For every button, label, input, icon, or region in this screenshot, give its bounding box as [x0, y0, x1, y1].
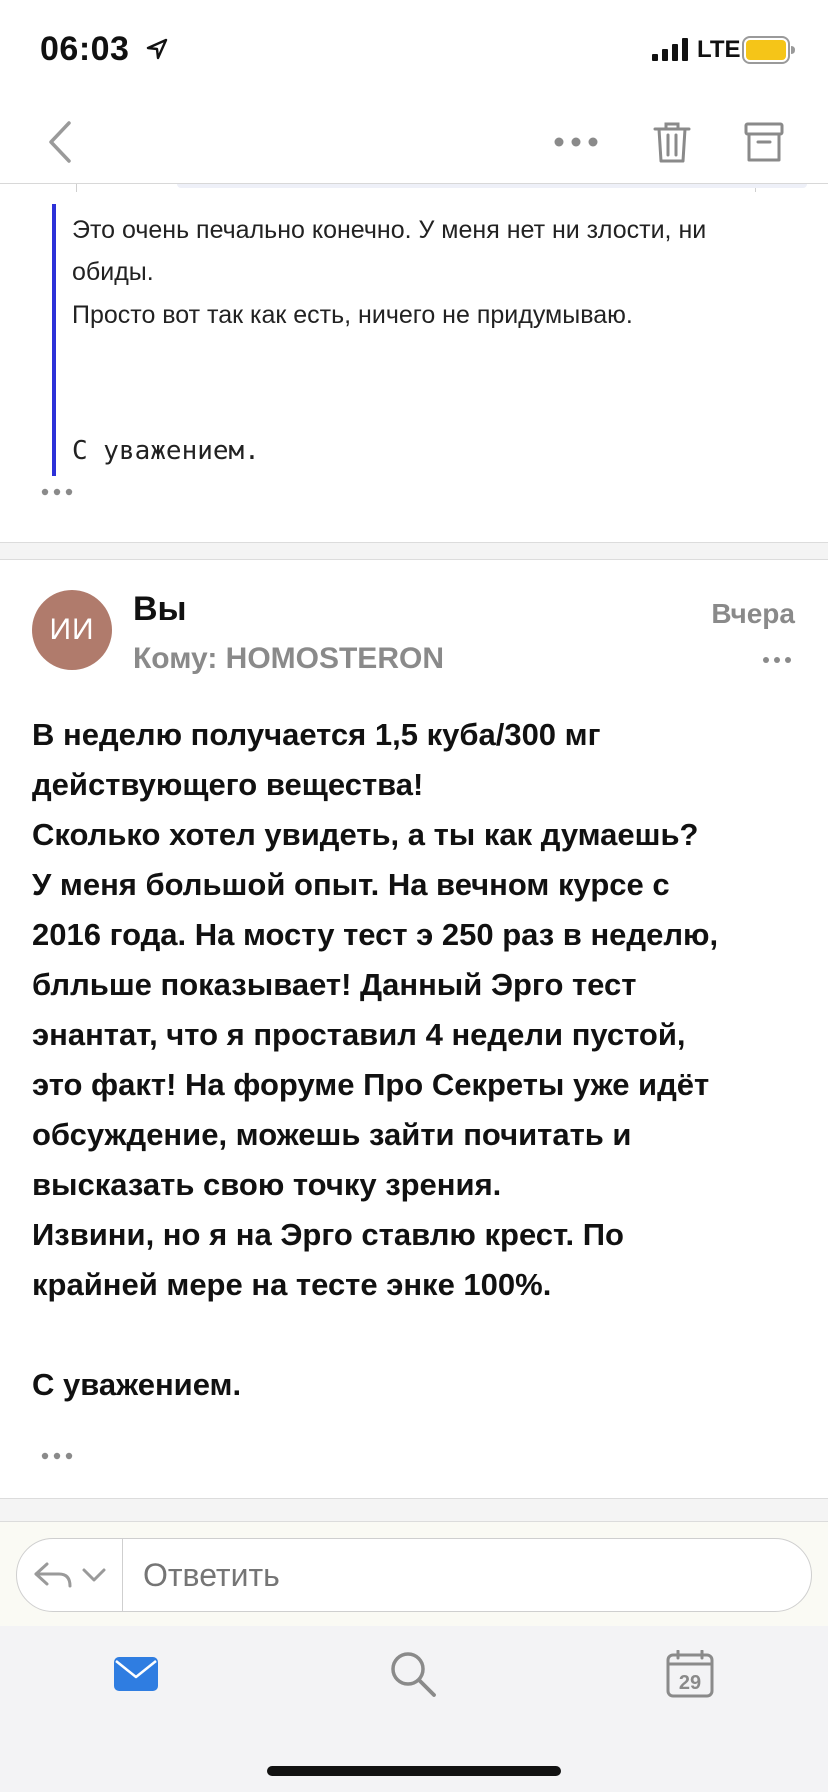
location-arrow-icon: [146, 38, 168, 60]
message-separator: [0, 542, 828, 560]
tab-calendar[interactable]: 29: [660, 1644, 720, 1704]
status-time: 06:03: [40, 30, 130, 68]
reply-options-button[interactable]: [17, 1539, 123, 1611]
network-type: LTE: [697, 36, 741, 63]
reply-area: [0, 1522, 828, 1626]
avatar[interactable]: ИИ: [32, 590, 112, 670]
show-quoted-text-button[interactable]: [40, 1450, 74, 1462]
recipient[interactable]: Кому: HOMOSTERON: [133, 642, 444, 676]
body-line: высказать свою точку зрения.: [32, 1167, 502, 1202]
message-more-icon[interactable]: [762, 654, 792, 666]
body-line: крайней мере на тесте энке 100%.: [32, 1267, 552, 1302]
search-icon: [391, 1652, 436, 1697]
back-button[interactable]: [30, 114, 90, 170]
quote-remnant: [76, 184, 807, 192]
more-button[interactable]: [546, 114, 606, 170]
previous-message: Это очень печально конечно. У меня нет н…: [0, 184, 828, 542]
more-horizontal-icon: [554, 137, 598, 147]
quote-block: Это очень печально конечно. У меня нет н…: [52, 204, 782, 476]
home-indicator: [267, 1766, 561, 1776]
tab-search[interactable]: [383, 1644, 443, 1704]
tab-bar: 29: [0, 1626, 828, 1792]
message-date: Вчера: [711, 598, 795, 629]
body-line: Извини, но я на Эрго ставлю крест. По: [32, 1217, 624, 1252]
body-line: энантат, что я проставил 4 недели пустой…: [32, 1017, 686, 1052]
message-toolbar: [0, 100, 828, 184]
body-line: Сколько хотел увидеть, а ты как думаешь?: [32, 817, 699, 852]
trash-icon: [653, 122, 691, 163]
message-body: В неделю получается 1,5 куба/300 мг дейс…: [32, 710, 802, 1410]
body-line: блльше показывает! Данный Эрго тест: [32, 967, 637, 1002]
body-line: действующего вещества!: [32, 767, 424, 802]
chevron-left-icon: [49, 121, 71, 163]
quote-signature: С уважением.: [72, 436, 260, 466]
tab-mail[interactable]: [106, 1644, 166, 1704]
signal-bars-icon: [652, 38, 688, 61]
delete-button[interactable]: [642, 114, 702, 170]
archive-icon: [744, 122, 784, 162]
message-separator: [0, 1498, 828, 1522]
battery-icon: [742, 36, 795, 64]
body-line: У меня большой опыт. На вечном курсе с: [32, 867, 670, 902]
quote-line: Просто вот так как есть, ничего не приду…: [72, 301, 633, 329]
mail-envelope-icon: [114, 1657, 158, 1691]
body-line: В неделю получается 1,5 куба/300 мг: [32, 717, 601, 752]
message-signature: С уважением.: [32, 1367, 242, 1402]
body-line: это факт! На форуме Про Секреты уже идёт: [32, 1067, 710, 1102]
chevron-down-icon: [82, 1568, 105, 1582]
show-quoted-text-button[interactable]: [40, 486, 74, 498]
quote-line: Это очень печально конечно. У меня нет н…: [72, 216, 707, 286]
calendar-day: 29: [679, 1672, 701, 1694]
calendar-icon: 29: [666, 1650, 714, 1698]
body-line: 2016 года. На мосту тест э 250 раз в нед…: [32, 917, 719, 952]
message: ИИ Вы Кому: HOMOSTERON Вчера В неделю по…: [0, 560, 828, 1500]
archive-button[interactable]: [734, 114, 794, 170]
body-line: обсуждение, можешь зайти почитать и: [32, 1117, 632, 1152]
reply-arrow-icon: [34, 1562, 71, 1588]
status-bar: 06:03 LTE: [0, 0, 828, 100]
sender-name[interactable]: Вы: [133, 590, 187, 629]
reply-bar: [16, 1538, 812, 1612]
reply-input[interactable]: [143, 1557, 783, 1594]
